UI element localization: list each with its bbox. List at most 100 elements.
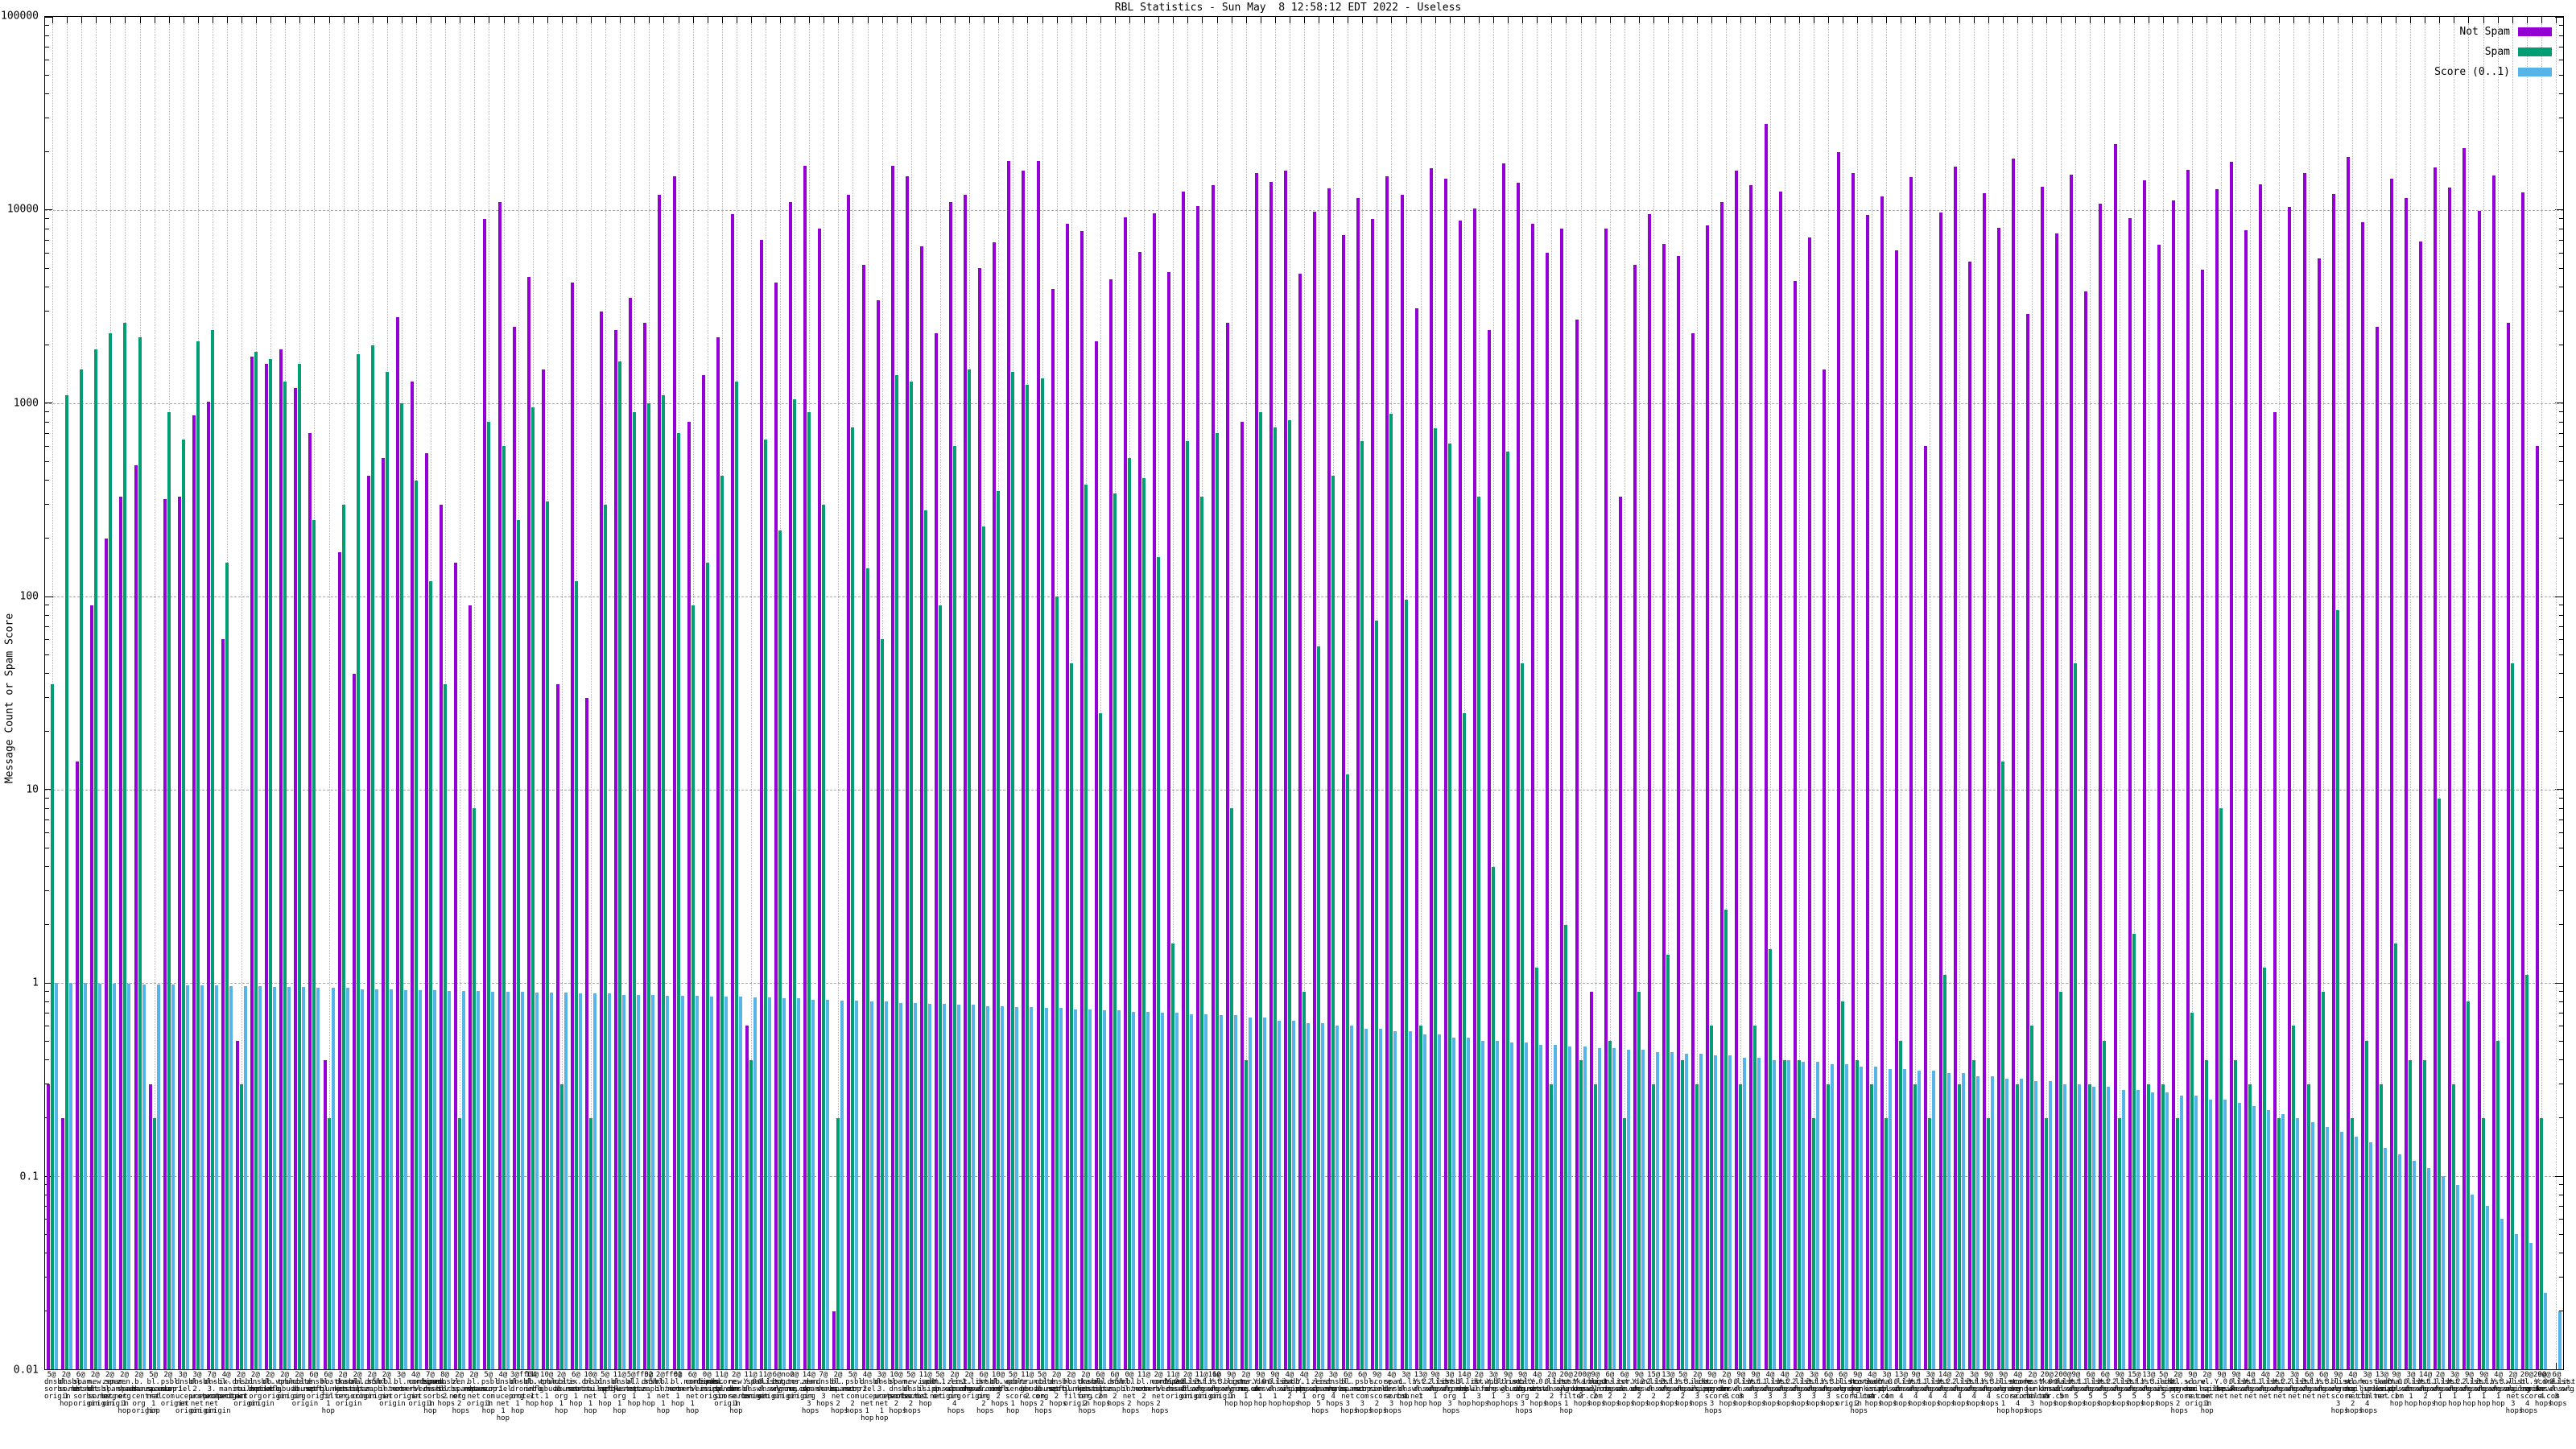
bar-cluster (598, 17, 613, 1369)
bar-notspam (338, 552, 341, 1369)
bar-score (1539, 1045, 1542, 1369)
bar-spam (1594, 1084, 1597, 1370)
bar-score (2020, 1079, 2023, 1369)
legend-swatch-icon (2518, 68, 2552, 76)
bar-notspam (1619, 497, 1622, 1369)
x-axis-cluster-label: 2@ 2.list. dnswl.org 4 hops (1952, 1372, 1967, 1408)
bar-score (404, 990, 407, 1369)
bar-cluster (1209, 17, 1224, 1369)
bar-cluster (642, 17, 656, 1369)
bar-cluster (1733, 17, 1748, 1369)
bar-cluster (831, 17, 845, 1369)
bars-group (2345, 17, 2359, 1369)
bar-notspam (542, 369, 545, 1369)
bar-cluster (1137, 17, 1151, 1369)
bar-cluster (686, 17, 700, 1369)
bar-spam (851, 427, 854, 1369)
bar-score (2296, 1118, 2299, 1369)
bar-cluster (787, 17, 802, 1369)
bars-group (875, 17, 890, 1369)
bar-notspam (2376, 327, 2379, 1370)
bar-notspam (847, 195, 850, 1369)
bar-notspam (993, 242, 996, 1369)
bar-cluster (162, 17, 176, 1369)
plot-area: Not SpamSpamScore (0..1) (44, 16, 2564, 1370)
x-axis-cluster-label: 6@ combined. rbl.msrbl. net 1 hop (685, 1372, 700, 1415)
x-axis-cluster-label: 6@ dnsbl. dronebl. org 2 hops (976, 1372, 991, 1415)
bar-score (2223, 1100, 2227, 1370)
bars-group (1180, 17, 1195, 1369)
x-axis-cluster-label: 5@ psbl. surriel. com 2 hops (845, 1372, 860, 1415)
x-axis-cluster-label: 11@ truncate. gbudb.net 2 hops (1020, 1372, 1034, 1408)
bar-cluster (2127, 17, 2141, 1369)
bar-score (986, 1006, 989, 1369)
bar-spam (2351, 1118, 2354, 1369)
bar-notspam (440, 505, 443, 1370)
bars-group (45, 17, 60, 1369)
bar-cluster (2185, 17, 2199, 1369)
x-axis-cluster-label: 9@ Y.0.list. dnswl.org net (2215, 1372, 2229, 1401)
bar-score (477, 991, 480, 1369)
bar-cluster (1544, 17, 1558, 1369)
bar-cluster (1108, 17, 1122, 1369)
legend-entry: Not Spam (2434, 22, 2552, 42)
x-axis-cluster-label: 2@ tor.dan. me.uk origin (787, 1372, 802, 1401)
x-axis-cluster-label: 4@ iadb. isipp.com 4 hops (1865, 1372, 1880, 1408)
bar-cluster (263, 17, 278, 1369)
bar-notspam (571, 283, 574, 1369)
bar-cluster (2520, 17, 2534, 1369)
x-axis-cluster-label: 20@ Y.0.list. dnswl.org 5 hops (2040, 1372, 2054, 1408)
bars-group (1005, 17, 1020, 1369)
bar-notspam (2084, 291, 2087, 1369)
bar-spam (1463, 713, 1466, 1370)
bars-group (2534, 17, 2549, 1369)
bar-notspam (1546, 253, 1549, 1369)
x-axis-cluster-label: 6@ bl.score. sender score.com origin (1835, 1372, 1850, 1408)
bar-score (535, 993, 539, 1369)
x-axis-cluster-label: 11@ score. sender score.com origin (714, 1372, 729, 1408)
y-axis-tick-labels: 1000001000010001001010.10.01 (0, 16, 40, 1370)
bar-spam (1856, 1060, 1859, 1369)
bar-notspam (1997, 228, 2000, 1369)
bar-notspam (236, 1041, 239, 1369)
x-axis-cluster-label: 9@ 0.list. dnswl.org 3 hops (1734, 1372, 1748, 1408)
bar-notspam (367, 476, 370, 1369)
bar-score (1467, 1038, 1470, 1369)
bar-spam (836, 1118, 840, 1369)
bar-notspam (1968, 262, 1971, 1369)
bars-group (336, 17, 351, 1369)
x-axis-cluster-label: 2@ hostkarma. junkemail filter.com 3 hop… (2025, 1372, 2040, 1415)
bar-cluster (1850, 17, 1864, 1369)
bars-group (497, 17, 511, 1369)
bar-cluster (1399, 17, 1414, 1369)
x-axis-cluster-label: 11@110 3.list. dnswl.org origin (1195, 1372, 1209, 1401)
bars-group (1632, 17, 1646, 1369)
bar-score (1132, 1012, 1135, 1369)
bar-cluster (336, 17, 351, 1369)
bar-score (2209, 1100, 2212, 1370)
x-axis-cluster-label: 9@ 2.list. dnswl.org 1 hop (2462, 1372, 2476, 1408)
bar-spam (517, 520, 520, 1370)
bars-group (1748, 17, 1762, 1369)
bar-cluster (2534, 17, 2549, 1369)
y-tick-label: 100 (20, 590, 39, 602)
bar-score (2194, 1096, 2198, 1369)
bar-notspam (2448, 188, 2451, 1369)
bar-spam (1769, 949, 1772, 1369)
bar-cluster (816, 17, 831, 1369)
x-axis-cluster-label: 2@ Y.0.list. dnswl.org 3 hops (1719, 1372, 1734, 1408)
legend-swatch-icon (2518, 47, 2552, 56)
bar-spam (1652, 1084, 1655, 1370)
bar-score (521, 992, 524, 1369)
bar-notspam (1662, 244, 1666, 1369)
bars-group (263, 17, 278, 1369)
bars-group (2257, 17, 2272, 1369)
x-axis-cluster-label: 9@ score. sender score.com 3 hops (1705, 1372, 1719, 1415)
bars-group (1530, 17, 1544, 1369)
bar-notspam (1342, 235, 1345, 1369)
bar-cluster (2549, 17, 2563, 1369)
x-axis-cluster-label: 6@ Y.3.list. dnswl.org origin (1209, 1372, 1224, 1401)
bars-group (249, 17, 263, 1369)
bar-cluster (497, 17, 511, 1369)
bar-cluster (409, 17, 423, 1369)
